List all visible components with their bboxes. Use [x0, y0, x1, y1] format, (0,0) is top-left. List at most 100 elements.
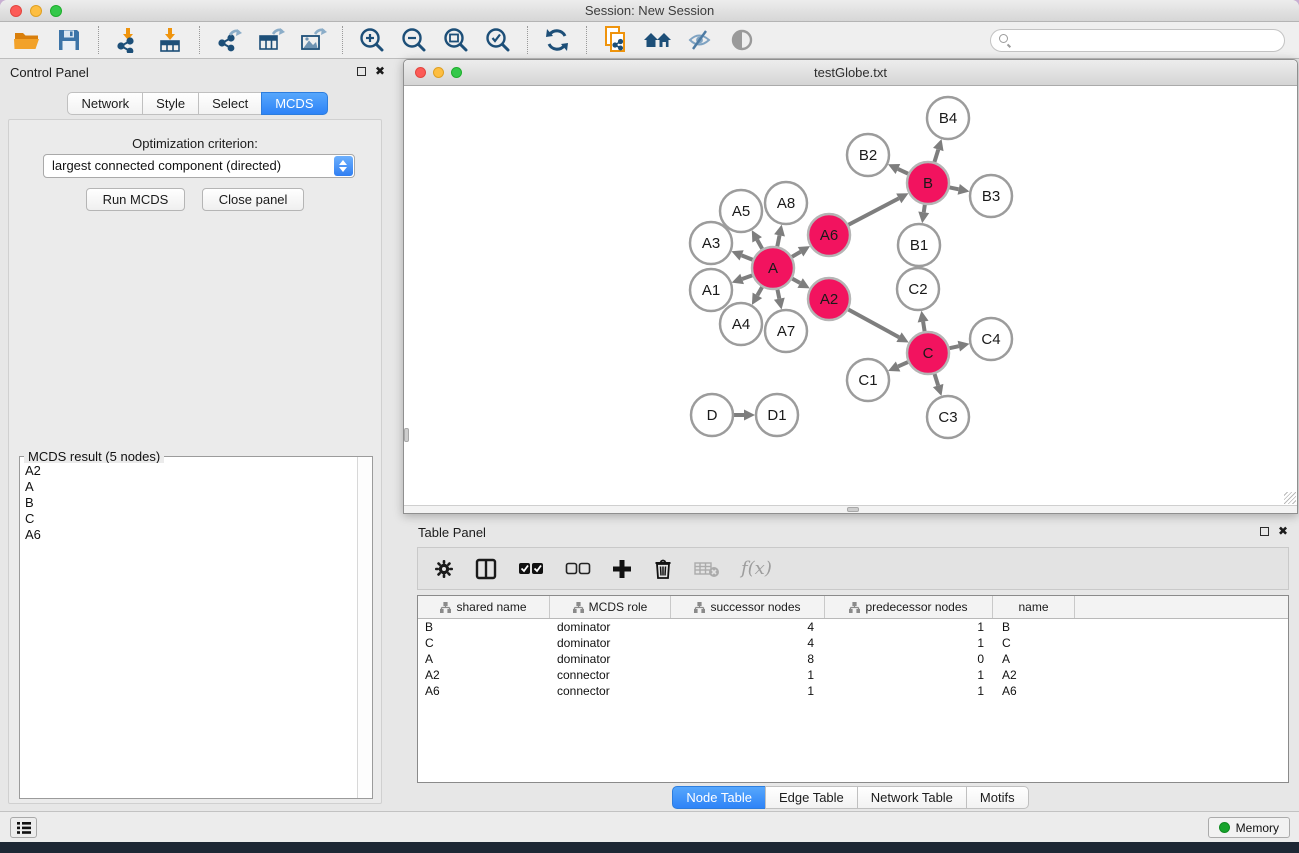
graph-node-A[interactable]: A [752, 247, 794, 289]
graph-node-A8[interactable]: A8 [765, 182, 807, 224]
graph-node-C1[interactable]: C1 [847, 359, 889, 401]
show-all-button[interactable] [725, 25, 759, 55]
tab-mcds[interactable]: MCDS [261, 92, 327, 115]
graph-node-A3[interactable]: A3 [690, 222, 732, 264]
tab-style[interactable]: Style [142, 92, 199, 115]
graph-edge-A-A5[interactable] [757, 240, 762, 249]
table-row[interactable]: A6connector11A6 [418, 683, 1288, 699]
import-table-button[interactable] [153, 25, 187, 55]
zoom-out-button[interactable] [397, 25, 431, 55]
table-row[interactable]: Adominator80A [418, 651, 1288, 667]
graph-edge-A-A1[interactable] [742, 275, 752, 279]
criterion-dropdown[interactable]: largest connected component (directed) [43, 154, 355, 178]
tab-network-table[interactable]: Network Table [857, 786, 967, 809]
close-panel-button-mcds[interactable]: Close panel [202, 188, 305, 211]
function-builder-button-disabled[interactable]: f(x) [741, 558, 772, 579]
export-table-button[interactable] [254, 25, 288, 55]
column-header-mcds-role[interactable]: MCDS role [550, 596, 671, 618]
graph-edge-A-A3[interactable] [742, 255, 753, 259]
close-network-button[interactable] [415, 67, 426, 78]
show-columns-button[interactable] [475, 558, 497, 580]
graph-edge-A-A6[interactable] [792, 252, 801, 257]
run-mcds-button[interactable]: Run MCDS [86, 188, 186, 211]
delete-column-button[interactable] [653, 558, 673, 580]
graph-edge-A6-B[interactable] [848, 198, 898, 224]
import-network-button[interactable] [111, 25, 145, 55]
tab-edge-table[interactable]: Edge Table [765, 786, 858, 809]
graph-node-C[interactable]: C [907, 332, 949, 374]
network-window-titlebar[interactable]: testGlobe.txt [404, 60, 1297, 86]
tab-network[interactable]: Network [67, 92, 143, 115]
table-settings-button[interactable] [434, 559, 454, 579]
tab-motifs[interactable]: Motifs [966, 786, 1029, 809]
graph-edge-A-A8[interactable] [777, 235, 779, 246]
graph-node-A1[interactable]: A1 [690, 269, 732, 311]
export-network-button[interactable] [212, 25, 246, 55]
graph-edge-B-B2[interactable] [898, 169, 908, 174]
list-item[interactable]: A2 [21, 463, 356, 479]
first-neighbors-button[interactable] [641, 25, 675, 55]
close-panel-button[interactable]: ✖ [375, 66, 385, 76]
minimize-network-button[interactable] [433, 67, 444, 78]
column-header-successor-nodes[interactable]: successor nodes [671, 596, 825, 618]
graph-node-A5[interactable]: A5 [720, 190, 762, 232]
graph-node-A6[interactable]: A6 [808, 214, 850, 256]
table-row[interactable]: A2connector11A2 [418, 667, 1288, 683]
tab-node-table[interactable]: Node Table [672, 786, 766, 809]
list-item[interactable]: C [21, 511, 356, 527]
graph-node-B4[interactable]: B4 [927, 97, 969, 139]
graph-node-B3[interactable]: B3 [970, 175, 1012, 217]
list-item[interactable]: B [21, 495, 356, 511]
new-network-from-selection-button[interactable] [599, 25, 633, 55]
graph-node-D[interactable]: D [691, 394, 733, 436]
close-table-panel-button[interactable]: ✖ [1278, 526, 1288, 536]
column-header-name[interactable]: name [993, 596, 1075, 618]
column-header-shared-name[interactable]: shared name [418, 596, 550, 618]
task-history-button[interactable] [10, 817, 37, 838]
list-item[interactable]: A6 [21, 527, 356, 543]
graph-edge-C-C4[interactable] [949, 346, 958, 348]
delete-table-button-disabled[interactable] [694, 560, 720, 578]
graph-node-A7[interactable]: A7 [765, 310, 807, 352]
graph-edge-A-A4[interactable] [757, 287, 762, 295]
float-panel-button[interactable] [357, 67, 366, 76]
minimize-window-button[interactable] [30, 5, 42, 17]
graph-edge-B-B1[interactable] [924, 205, 925, 213]
resize-grip[interactable] [1284, 492, 1296, 504]
result-list-scrollbar[interactable] [357, 457, 372, 798]
graph-edge-C-C3[interactable] [935, 374, 939, 386]
graph-node-A4[interactable]: A4 [720, 303, 762, 345]
select-all-columns-button[interactable] [518, 562, 544, 576]
graph-node-B2[interactable]: B2 [847, 134, 889, 176]
graph-edge-B-B4[interactable] [934, 150, 938, 162]
zoom-network-button[interactable] [451, 67, 462, 78]
close-window-button[interactable] [10, 5, 22, 17]
graph-node-B[interactable]: B [907, 162, 949, 204]
horizontal-scrollbar[interactable] [404, 505, 1297, 513]
graph-node-C3[interactable]: C3 [927, 396, 969, 438]
graph-edge-C-C1[interactable] [898, 362, 908, 366]
float-table-panel-button[interactable] [1260, 527, 1269, 536]
tab-select[interactable]: Select [198, 92, 262, 115]
search-input[interactable] [990, 29, 1285, 52]
apply-layout-button[interactable] [540, 25, 574, 55]
export-image-button[interactable] [296, 25, 330, 55]
graph-node-A2[interactable]: A2 [808, 278, 850, 320]
zoom-in-button[interactable] [355, 25, 389, 55]
graph-edge-A-A7[interactable] [777, 290, 779, 299]
table-row[interactable]: Bdominator41B [418, 619, 1288, 635]
zoom-fit-button[interactable] [439, 25, 473, 55]
graph-node-B1[interactable]: B1 [898, 224, 940, 266]
network-canvas[interactable]: B4 B2 B B3 A8A5 A6 A3 B1 A A1 C2 A2 A4A7 C4 C C1 D D1 C3 [404, 86, 1297, 505]
graph-edge-B-B3[interactable] [950, 187, 959, 189]
horizontal-scrollbar-thumb[interactable] [847, 507, 859, 512]
graph-node-C4[interactable]: C4 [970, 318, 1012, 360]
save-session-button[interactable] [52, 25, 86, 55]
memory-button[interactable]: Memory [1208, 817, 1290, 838]
create-column-button[interactable] [612, 559, 632, 579]
open-session-button[interactable] [10, 25, 44, 55]
graph-node-D1[interactable]: D1 [756, 394, 798, 436]
hide-selected-button[interactable] [683, 25, 717, 55]
graph-node-C2[interactable]: C2 [897, 268, 939, 310]
graph-edge-A2-C[interactable] [848, 310, 899, 338]
